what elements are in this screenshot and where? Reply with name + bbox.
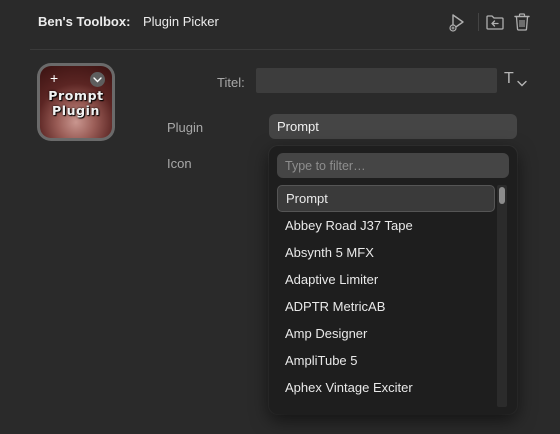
list-item[interactable]: Prompt — [277, 185, 495, 212]
trash-icon[interactable] — [511, 11, 533, 33]
toolbox-title: Ben's Toolbox: — [38, 14, 131, 29]
header-separator — [30, 49, 530, 50]
list-scrollbar[interactable] — [497, 185, 507, 407]
list-item[interactable]: Adaptive Limiter — [277, 266, 495, 293]
plugin-list: Prompt Abbey Road J37 Tape Absynth 5 MFX… — [277, 185, 495, 401]
thumbnail-text-line2: Plugin — [51, 103, 101, 118]
thumbnail-text-line1: Prompt — [48, 88, 104, 103]
title-input[interactable] — [256, 68, 497, 93]
run-icon[interactable] — [446, 11, 468, 33]
header-bar: Ben's Toolbox: Plugin Picker — [0, 0, 560, 48]
plugin-thumbnail[interactable]: + Prompt Plugin — [37, 63, 115, 141]
list-item[interactable]: Absynth 5 MFX — [277, 239, 495, 266]
filter-input[interactable] — [277, 153, 509, 178]
plugin-label: Plugin — [167, 120, 204, 135]
list-item[interactable]: Aphex Vintage Exciter — [277, 374, 495, 401]
toolbar-divider — [478, 13, 479, 31]
plugin-select[interactable]: Prompt — [269, 114, 517, 139]
list-item[interactable]: Abbey Road J37 Tape — [277, 212, 495, 239]
thumbnail-text: Prompt Plugin — [40, 88, 112, 118]
list-item[interactable]: ADPTR MetricAB — [277, 293, 495, 320]
list-item[interactable]: AmpliTube 5 — [277, 347, 495, 374]
text-type-icon[interactable]: T — [504, 70, 514, 88]
icon-label: Icon — [167, 156, 192, 171]
import-icon[interactable] — [484, 11, 506, 33]
plugin-dropdown: Prompt Abbey Road J37 Tape Absynth 5 MFX… — [269, 146, 517, 414]
add-icon[interactable]: + — [50, 71, 58, 85]
tool-name: Plugin Picker — [143, 14, 219, 29]
list-item[interactable]: Amp Designer — [277, 320, 495, 347]
chevron-down-icon[interactable] — [90, 72, 105, 87]
text-type-chevron-icon[interactable] — [517, 74, 527, 92]
title-label: Titel: — [217, 75, 245, 90]
scrollbar-thumb[interactable] — [499, 187, 505, 204]
thumbnail-image: + Prompt Plugin — [40, 66, 112, 138]
